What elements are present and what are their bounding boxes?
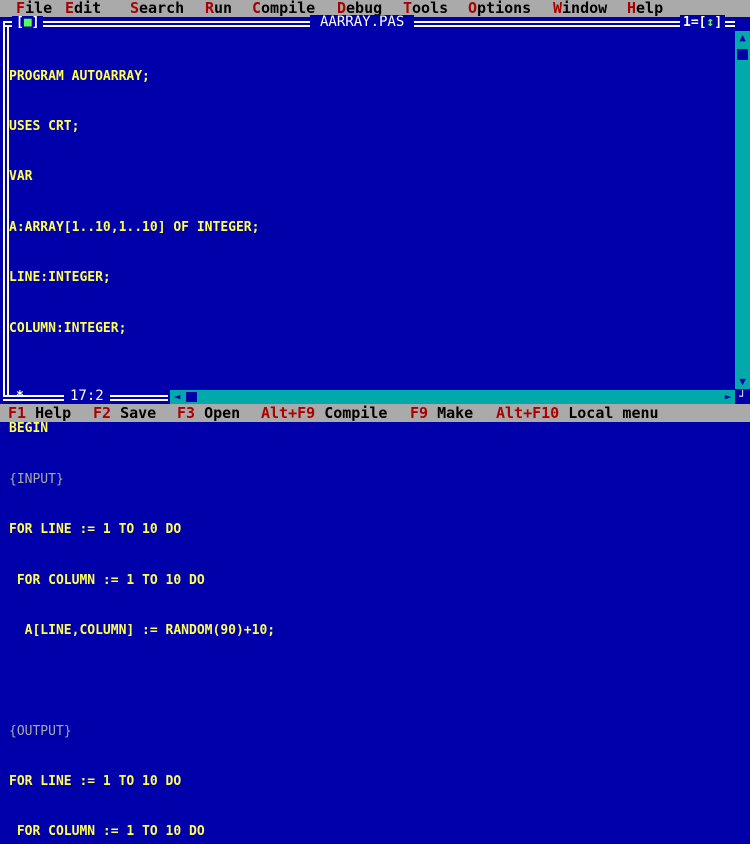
code-comment: {INPUT}	[9, 471, 64, 487]
window-title: AARRAY.PAS	[310, 15, 415, 30]
code-line: VAR	[9, 169, 33, 185]
f9-make[interactable]: F9 Make	[410, 404, 473, 422]
close-button[interactable]: [■]	[12, 15, 44, 30]
f1-help[interactable]: F1 Help	[8, 404, 71, 422]
modified-indicator: *	[16, 389, 24, 404]
code-line: BEGIN	[9, 421, 49, 437]
menu-help[interactable]: Help	[627, 0, 663, 17]
code-line: LINE:INTEGER;	[9, 270, 111, 286]
horizontal-scroll-thumb[interactable]	[186, 392, 197, 402]
editor-window: [■] AARRAY.PAS 1=[↕] PROGRAM AUTOARRAY; …	[0, 15, 750, 840]
code-line: FOR COLUMN := 1 TO 10 DO	[9, 824, 205, 840]
vertical-scrollbar[interactable]: ▲ ▼	[735, 31, 750, 389]
scroll-up-arrow-icon[interactable]: ▲	[735, 31, 750, 45]
window-number-zoom[interactable]: 1=[↕]	[680, 15, 726, 30]
alt-f9-compile[interactable]: Alt+F9 Compile	[261, 404, 387, 422]
code-line: FOR COLUMN := 1 TO 10 DO	[9, 572, 205, 588]
f3-open[interactable]: F3 Open	[177, 404, 240, 422]
scroll-left-arrow-icon[interactable]: ◄	[170, 390, 184, 404]
alt-f10-local-menu[interactable]: Alt+F10 Local menu	[496, 404, 659, 422]
function-key-bar: F1 Help F2 Save F3 Open Alt+F9 Compile F…	[0, 404, 750, 422]
frame-left-outer	[3, 21, 5, 397]
menu-options[interactable]: Options	[468, 0, 531, 17]
scroll-right-arrow-icon[interactable]: ►	[721, 390, 735, 404]
menu-compile[interactable]: Compile	[252, 0, 315, 17]
menu-window[interactable]: Window	[553, 0, 607, 17]
close-icon: ■	[23, 15, 32, 30]
code-line: COLUMN:INTEGER;	[9, 320, 127, 336]
menu-search[interactable]: Search	[130, 0, 184, 17]
code-line: FOR LINE := 1 TO 10 DO	[9, 774, 182, 790]
resize-corner-icon[interactable]: ┘	[735, 389, 750, 404]
vertical-scroll-thumb[interactable]	[737, 49, 748, 60]
cursor-position: 17:2	[64, 389, 110, 404]
horizontal-scrollbar[interactable]: ◄ ►	[170, 390, 735, 404]
code-editor[interactable]: PROGRAM AUTOARRAY; USES CRT; VAR A:ARRAY…	[9, 35, 729, 840]
code-line: USES CRT;	[9, 118, 80, 134]
f2-save[interactable]: F2 Save	[93, 404, 156, 422]
code-line: A[LINE,COLUMN] := RANDOM(90)+10;	[9, 622, 276, 638]
window-number: 1	[683, 15, 691, 30]
menu-run[interactable]: Run	[205, 0, 232, 17]
window-title-bar[interactable]: [■] AARRAY.PAS 1=[↕]	[0, 15, 750, 31]
code-line: PROGRAM AUTOARRAY;	[9, 68, 150, 84]
code-comment: {OUTPUT}	[9, 723, 72, 739]
menu-edit[interactable]: Edit	[65, 0, 101, 17]
window-status-line: * 17:2 ◄ ►	[0, 389, 750, 404]
scroll-down-arrow-icon[interactable]: ▼	[735, 375, 750, 389]
code-line: A:ARRAY[1..10,1..10] OF INTEGER;	[9, 219, 260, 235]
code-line: FOR LINE := 1 TO 10 DO	[9, 522, 182, 538]
